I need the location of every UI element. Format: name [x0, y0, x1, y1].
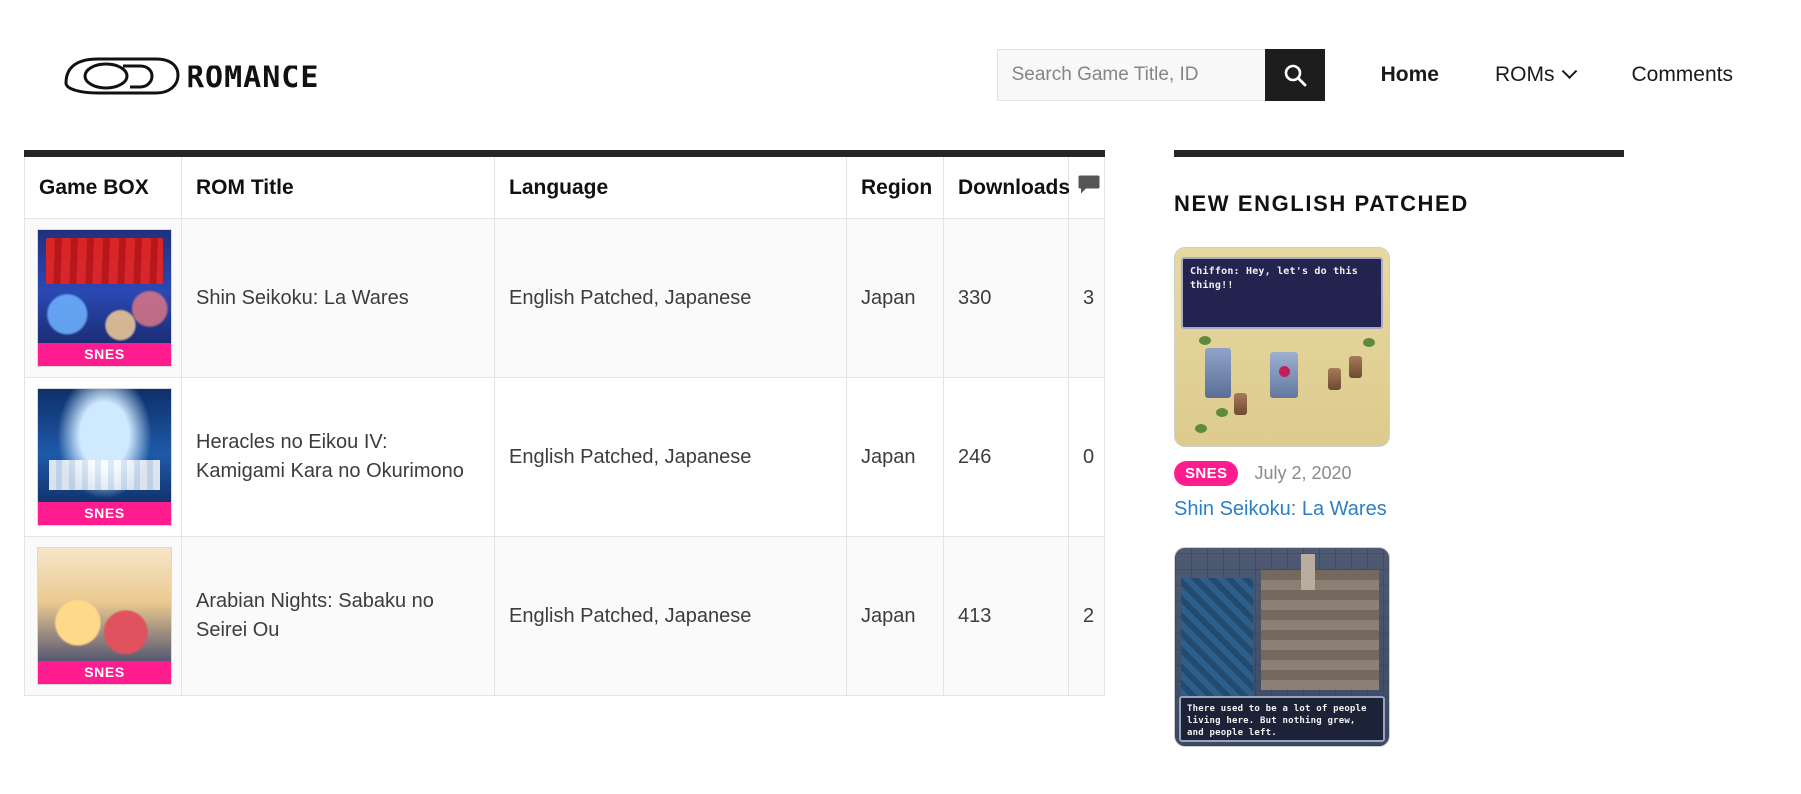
search-icon [1284, 64, 1307, 87]
npc-sprite-icon [1234, 393, 1247, 415]
bush-decoration-icon [1195, 424, 1207, 433]
cell-game-box[interactable]: SNES [24, 377, 182, 537]
sidebar-card-meta: SNES July 2, 2020 [1174, 461, 1624, 486]
town-tiles-icon [1261, 570, 1379, 690]
cell-region: Japan [846, 377, 944, 537]
site-header: ROMANCE Home ROMs [0, 0, 1801, 150]
cell-downloads: 330 [943, 218, 1069, 378]
nav-item-comments[interactable]: Comments [1603, 63, 1761, 87]
search-input[interactable] [996, 49, 1265, 101]
table-row[interactable]: SNES Heracles no Eikou IV: Kamigami Kara… [24, 377, 1105, 537]
main-navigation: Home ROMs Comments [1353, 62, 1761, 87]
sidebar-thumbnail[interactable]: Chiffon: Hey, let's do this thing!! [1174, 247, 1390, 447]
platform-badge: SNES [38, 661, 171, 684]
cell-rom-title[interactable]: Arabian Nights: Sabaku no Seirei Ou [181, 536, 495, 696]
cell-comments: 0 [1068, 377, 1105, 537]
dialogue-box: Chiffon: Hey, let's do this thing!! [1181, 257, 1383, 329]
publish-date: July 2, 2020 [1254, 463, 1352, 483]
cell-game-box[interactable]: SNES [24, 218, 182, 378]
platform-badge: SNES [38, 343, 171, 366]
platform-badge[interactable]: SNES [1174, 461, 1239, 486]
header-right-group: Home ROMs Comments [996, 49, 1761, 101]
nav-item-roms[interactable]: ROMs [1467, 62, 1604, 87]
column-header-game-box[interactable]: Game BOX [24, 153, 182, 219]
cdromance-logo-icon: ROMANCE [64, 57, 339, 95]
nav-label-home: Home [1380, 63, 1439, 86]
mech-sprite-icon [1205, 348, 1231, 398]
table-row[interactable]: SNES Arabian Nights: Sabaku no Seirei Ou… [24, 536, 1105, 696]
dialogue-text: There used to be a lot of people living … [1187, 704, 1367, 739]
comment-bubble-icon [1078, 175, 1100, 194]
cell-rom-title[interactable]: Heracles no Eikou IV: Kamigami Kara no O… [181, 377, 495, 537]
column-header-downloads[interactable]: Downloads [943, 153, 1070, 219]
table-header-row: Game BOX ROM Title Language Region Downl… [24, 153, 1105, 219]
cell-rom-title[interactable]: Shin Seikoku: La Wares [181, 218, 495, 378]
cell-region: Japan [846, 218, 944, 378]
sidebar-top-rule [1174, 150, 1624, 157]
npc-sprite-icon [1349, 356, 1362, 378]
sidebar-card-title-link[interactable]: Shin Seikoku: La Wares [1174, 498, 1624, 521]
rom-table-body: SNES Shin Seikoku: La Wares English Patc… [24, 218, 1105, 696]
sidebar-card[interactable]: There used to be a lot of people living … [1174, 547, 1624, 747]
cell-language: English Patched, Japanese [494, 218, 847, 378]
column-header-region[interactable]: Region [846, 153, 944, 219]
cell-downloads: 246 [943, 377, 1069, 537]
chevron-down-icon [1562, 62, 1578, 79]
cell-comments: 2 [1068, 536, 1105, 696]
dialogue-box: There used to be a lot of people living … [1179, 696, 1385, 742]
npc-sprite-icon [1328, 368, 1341, 390]
mech-sprite-icon [1270, 352, 1298, 398]
forest-tiles-icon [1181, 578, 1253, 696]
tower-tile-icon [1301, 554, 1315, 590]
search-form [996, 49, 1325, 101]
rom-table-head: Game BOX ROM Title Language Region Downl… [24, 153, 1105, 219]
cell-region: Japan [846, 536, 944, 696]
column-header-language[interactable]: Language [494, 153, 847, 219]
game-box-art[interactable]: SNES [37, 547, 172, 685]
bush-decoration-icon [1199, 336, 1211, 345]
sidebar-heading: NEW ENGLISH PATCHED [1174, 191, 1469, 216]
nav-label-roms: ROMs [1494, 63, 1555, 86]
cell-game-box[interactable]: SNES [24, 536, 182, 696]
game-box-art[interactable]: SNES [37, 229, 172, 367]
sidebar: NEW ENGLISH PATCHED Chiffon: Hey, let's … [1174, 150, 1624, 773]
nav-label-comments: Comments [1631, 63, 1733, 86]
sidebar-card[interactable]: Chiffon: Hey, let's do this thing!! SNES… [1174, 247, 1624, 521]
site-logo[interactable]: ROMANCE [60, 53, 345, 97]
platform-badge: SNES [38, 502, 171, 525]
search-button[interactable] [1264, 49, 1325, 101]
bush-decoration-icon [1363, 338, 1375, 347]
column-header-rom-title[interactable]: ROM Title [181, 153, 495, 219]
cell-comments: 3 [1068, 218, 1105, 378]
dialogue-text: Chiffon: Hey, let's do this thing!! [1190, 266, 1358, 291]
sidebar-thumbnail[interactable]: There used to be a lot of people living … [1174, 547, 1390, 747]
rom-table-container: Game BOX ROM Title Language Region Downl… [24, 150, 1105, 773]
cell-downloads: 413 [943, 536, 1069, 696]
bush-decoration-icon [1216, 408, 1228, 417]
nav-item-home[interactable]: Home [1353, 63, 1467, 87]
table-row[interactable]: SNES Shin Seikoku: La Wares English Patc… [24, 218, 1105, 378]
column-header-comments[interactable] [1068, 153, 1105, 219]
game-box-art[interactable]: SNES [37, 388, 172, 526]
rom-table: Game BOX ROM Title Language Region Downl… [24, 150, 1105, 696]
cell-language: English Patched, Japanese [494, 377, 847, 537]
cell-language: English Patched, Japanese [494, 536, 847, 696]
page-body: Game BOX ROM Title Language Region Downl… [0, 150, 1801, 773]
